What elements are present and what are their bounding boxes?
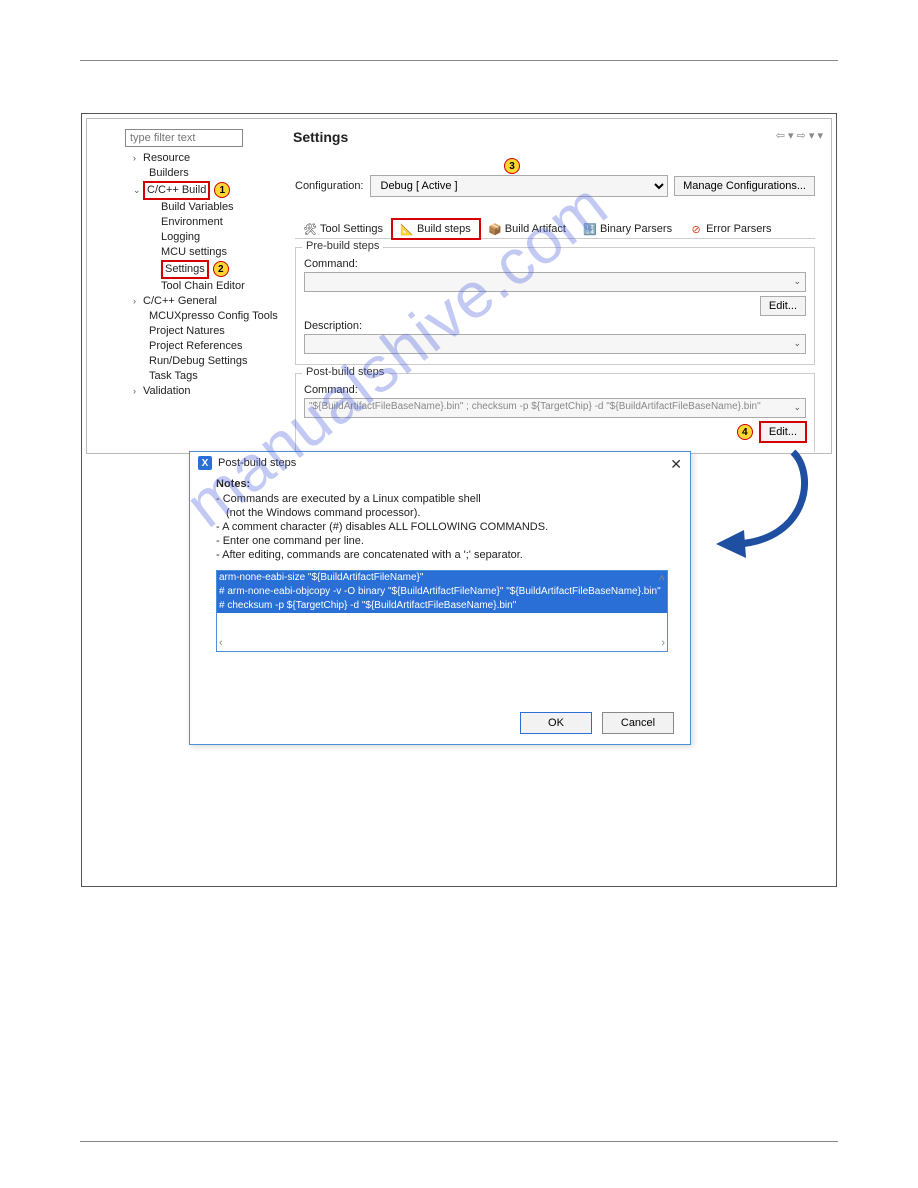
page-title: Settings (279, 119, 831, 155)
command-line: arm-none-eabi-size "${BuildArtifactFileN… (217, 571, 667, 585)
tab-build-artifact[interactable]: 📦 Build Artifact (480, 219, 575, 238)
pre-build-fieldset: Pre-build steps Command: ⌄ Edit... Descr… (295, 247, 815, 365)
highlight-cpp-build: C/C++ Build (143, 181, 210, 200)
page-bottom-rule (80, 1141, 838, 1142)
callout-badge-1: 1 (214, 182, 230, 198)
pre-build-description-label: Description: (304, 320, 806, 332)
pre-build-legend: Pre-build steps (302, 240, 383, 252)
post-build-command-label: Command: (304, 384, 806, 396)
pre-build-command-input[interactable]: ⌄ (304, 272, 806, 292)
chevron-down-icon: ⌄ (793, 276, 801, 287)
tree-item-cpp-build[interactable]: ⌄ C/C++ Build 1 (125, 181, 269, 200)
configuration-row: Configuration: Debug [ Active ] Manage C… (295, 175, 815, 197)
settings-body: Configuration: Debug [ Active ] Manage C… (279, 155, 831, 460)
tab-label: Binary Parsers (600, 223, 672, 235)
ok-button[interactable]: OK (520, 712, 592, 734)
tree-item-mcu-settings[interactable]: MCU settings (125, 245, 269, 260)
tree-pane: ›Resource Builders ⌄C/C++ Build1 Build V… (125, 129, 269, 399)
dialog-titlebar: X Post-build steps ✕ (190, 452, 690, 474)
configuration-select[interactable]: Debug [ Active ] (370, 175, 669, 197)
manage-configurations-button[interactable]: Manage Configurations... (674, 176, 815, 196)
tree-item-settings[interactable]: Settings 2 (125, 260, 269, 279)
tree-item-resource[interactable]: ›Resource (125, 151, 269, 166)
pre-build-command-label: Command: (304, 258, 806, 270)
dialog-app-icon: X (198, 456, 212, 470)
tab-label: Tool Settings (320, 223, 383, 235)
note-line: - After editing, commands are concatenat… (216, 548, 670, 562)
steps-icon: 📐 (401, 223, 413, 235)
callout-badge-4: 4 (737, 424, 753, 440)
post-build-edit-button[interactable]: Edit... (760, 422, 806, 442)
tree-item-build-variables[interactable]: Build Variables (125, 200, 269, 215)
scroll-right-icon[interactable]: › (661, 637, 665, 649)
chevron-right-icon: › (133, 384, 143, 399)
commands-textarea[interactable]: arm-none-eabi-size "${BuildArtifactFileN… (216, 570, 668, 652)
chevron-right-icon: › (133, 294, 143, 309)
tree-item-validation[interactable]: ›Validation (125, 384, 269, 399)
tree-label: Settings (165, 263, 205, 275)
tab-tool-settings[interactable]: 🛠 Tool Settings (295, 219, 392, 238)
pre-build-description-input[interactable]: ⌄ (304, 334, 806, 354)
note-line: - Enter one command per line. (216, 534, 670, 548)
note-line: - Commands are executed by a Linux compa… (216, 492, 670, 506)
tab-label: Build Artifact (505, 223, 566, 235)
command-line: # checksum -p ${TargetChip} -d "${BuildA… (217, 599, 667, 613)
post-build-command-input[interactable]: "${BuildArtifactFileBaseName}.bin" ; che… (304, 398, 806, 418)
post-build-steps-dialog: X Post-build steps ✕ Notes: - Commands a… (189, 451, 691, 745)
tab-label: Build steps (417, 223, 471, 235)
preference-tree: ›Resource Builders ⌄C/C++ Build1 Build V… (125, 151, 269, 399)
tab-label: Error Parsers (706, 223, 771, 235)
highlight-settings: Settings (161, 260, 209, 279)
tree-item-mcux-config[interactable]: MCUXpresso Config Tools (125, 309, 269, 324)
post-build-fieldset: Post-build steps Command: "${BuildArtifa… (295, 373, 815, 452)
tab-error-parsers[interactable]: ⊘ Error Parsers (681, 219, 780, 238)
tree-item-builders[interactable]: Builders (125, 166, 269, 181)
scroll-up-icon[interactable]: ˄ (659, 573, 665, 585)
cancel-button[interactable]: Cancel (602, 712, 674, 734)
binary-icon: 🔢 (584, 223, 596, 235)
tab-build-steps[interactable]: 📐 Build steps (392, 219, 480, 239)
properties-panel: ›Resource Builders ⌄C/C++ Build1 Build V… (86, 118, 832, 454)
close-icon[interactable]: ✕ (670, 456, 682, 473)
tree-item-rundebug[interactable]: Run/Debug Settings (125, 354, 269, 369)
dialog-body: Notes: - Commands are executed by a Linu… (190, 474, 690, 660)
notes-text: - Commands are executed by a Linux compa… (216, 492, 670, 562)
chevron-down-icon: ⌄ (793, 402, 801, 413)
tree-item-logging[interactable]: Logging (125, 230, 269, 245)
configuration-label: Configuration: (295, 180, 364, 192)
notes-heading: Notes: (216, 478, 670, 490)
pre-build-edit-button[interactable]: Edit... (760, 296, 806, 316)
tab-binary-parsers[interactable]: 🔢 Binary Parsers (575, 219, 681, 238)
wrench-icon: 🛠 (304, 223, 316, 235)
artifact-icon: 📦 (489, 223, 501, 235)
tree-item-project-natures[interactable]: Project Natures (125, 324, 269, 339)
note-line: (not the Windows command processor). (216, 506, 670, 520)
tree-item-cpp-general[interactable]: ›C/C++ General (125, 294, 269, 309)
command-line: # arm-none-eabi-objcopy -v -O binary "${… (217, 585, 667, 599)
dialog-title-text: Post-build steps (218, 457, 296, 469)
settings-tabs: 🛠 Tool Settings 📐 Build steps 📦 Build Artif… (295, 215, 815, 239)
chevron-down-icon: ⌄ (793, 338, 801, 349)
filter-text-input[interactable] (125, 129, 243, 147)
dialog-footer: OK Cancel (520, 712, 674, 734)
nav-arrows[interactable]: ⇦ ▾ ⇨ ▾ ▾ (776, 129, 823, 142)
error-icon: ⊘ (690, 223, 702, 235)
tree-label: Validation (143, 385, 191, 397)
tree-item-environment[interactable]: Environment (125, 215, 269, 230)
tree-item-task-tags[interactable]: Task Tags (125, 369, 269, 384)
tree-label: C/C++ Build (147, 184, 206, 196)
tree-item-project-references[interactable]: Project References (125, 339, 269, 354)
tree-label: C/C++ General (143, 295, 217, 307)
chevron-right-icon: › (133, 151, 143, 166)
tree-item-toolchain-editor[interactable]: Tool Chain Editor (125, 279, 269, 294)
chevron-down-icon: ⌄ (133, 183, 143, 198)
scroll-left-icon[interactable]: ‹ (219, 637, 223, 649)
callout-badge-3: 3 (504, 158, 520, 174)
settings-main-pane: Settings ⇦ ▾ ⇨ ▾ ▾ Configuration: Debug … (279, 119, 831, 453)
note-line: - A comment character (#) disables ALL F… (216, 520, 670, 534)
post-build-legend: Post-build steps (302, 366, 388, 378)
tree-label: Resource (143, 152, 190, 164)
page-top-rule (80, 60, 838, 61)
callout-badge-2: 2 (213, 261, 229, 277)
